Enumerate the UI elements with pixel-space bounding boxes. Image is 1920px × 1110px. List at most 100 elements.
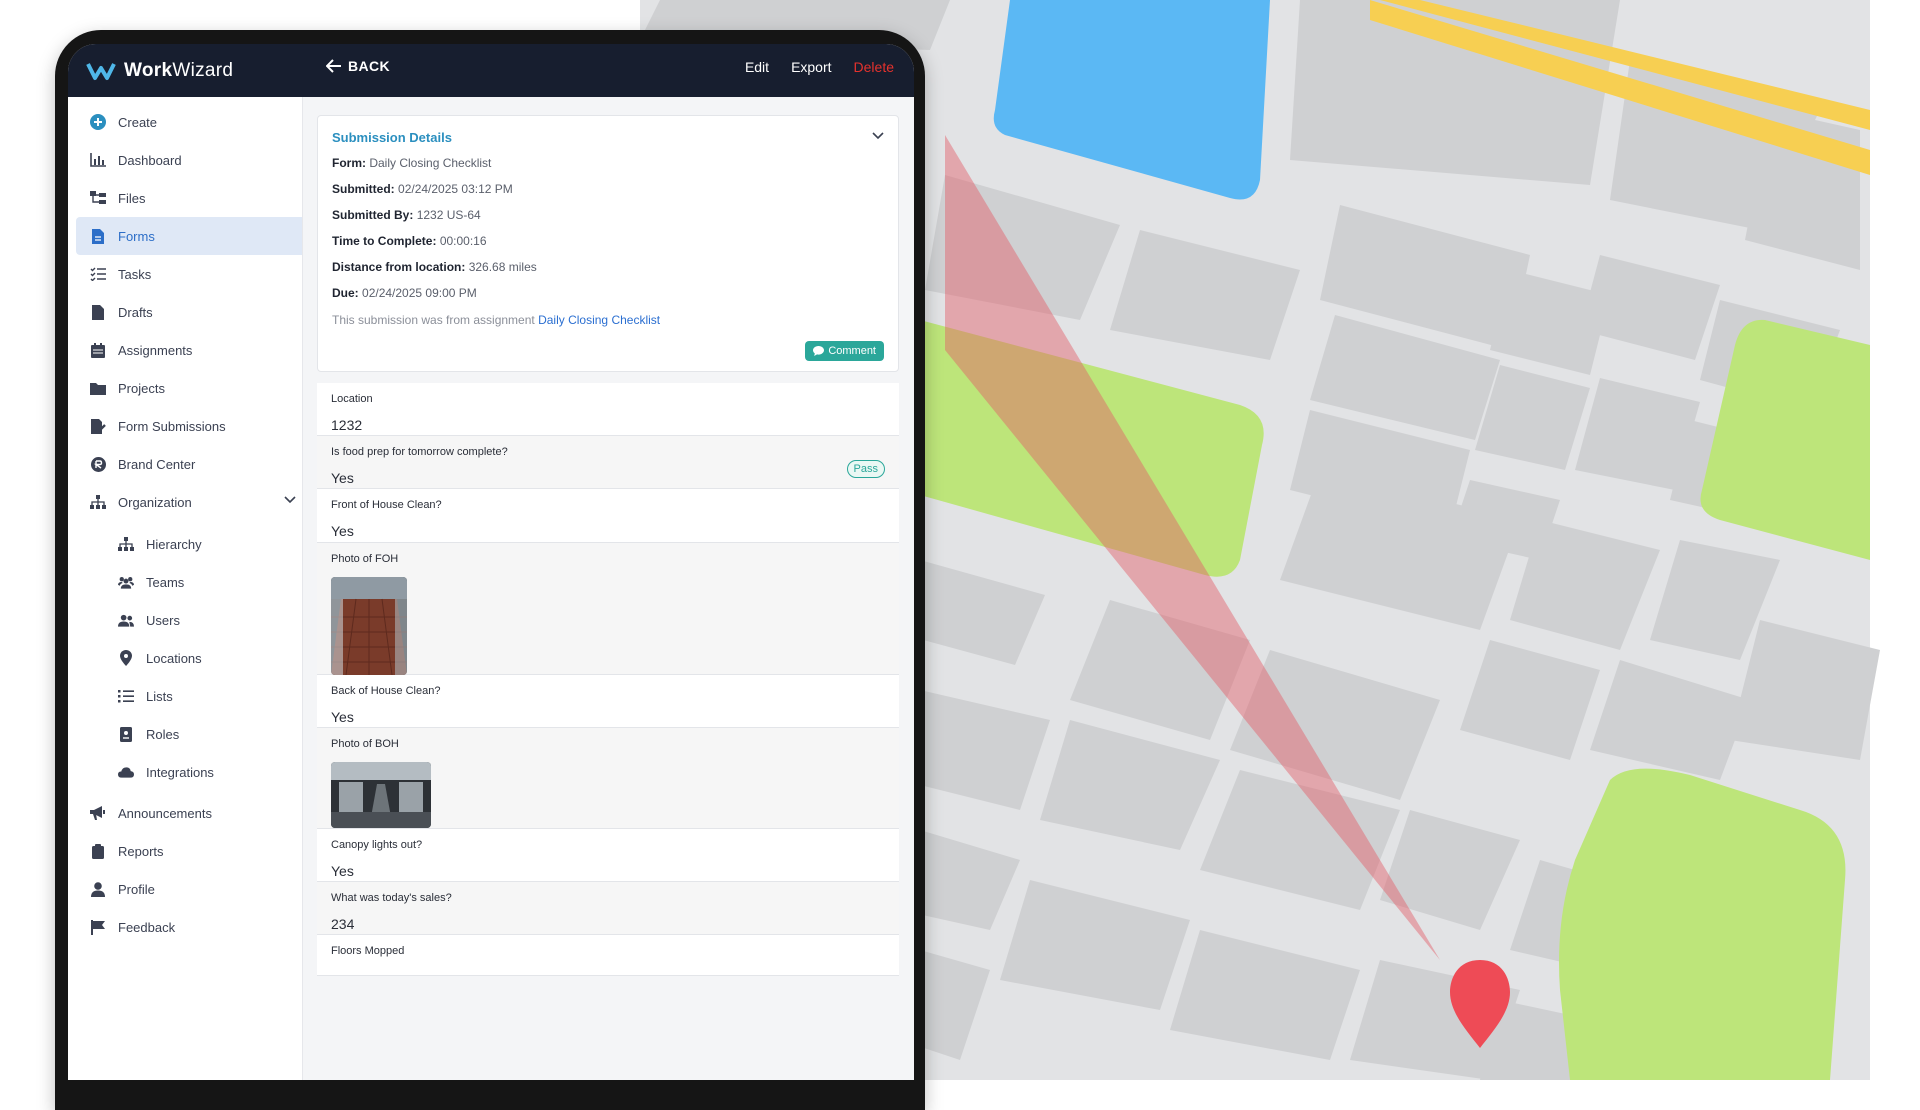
sidebar-item-reports[interactable]: Reports <box>76 832 302 870</box>
sidebar-item-label: Roles <box>146 726 180 742</box>
sidebar-item-projects[interactable]: Projects <box>76 369 302 407</box>
sidebar-item-forms[interactable]: Forms <box>76 217 302 255</box>
detail-value: 00:00:16 <box>439 234 487 248</box>
form-icon <box>90 228 106 244</box>
sidebar-subitem-teams[interactable]: Teams <box>76 563 302 601</box>
cloud-icon <box>118 764 134 780</box>
sidebar-subitem-hierarchy[interactable]: Hierarchy <box>76 525 302 563</box>
answer-row-foh-photo: Photo of FOH <box>317 543 899 675</box>
sidebar-item-profile[interactable]: Profile <box>76 870 302 908</box>
sidebar-item-label: Tasks <box>118 266 152 282</box>
flag-icon <box>90 919 106 935</box>
sidebar-item-organization[interactable]: Organization <box>76 483 302 521</box>
boh-photo[interactable] <box>331 762 431 828</box>
clipboard-icon <box>90 843 106 859</box>
hierarchy-icon <box>118 536 134 552</box>
edit-button[interactable]: Edit <box>745 59 769 75</box>
back-button[interactable]: BACK <box>326 58 390 74</box>
sidebar-item-label: Form Submissions <box>118 418 226 434</box>
sidebar-item-create[interactable]: Create <box>76 103 302 141</box>
comment-button[interactable]: Comment <box>805 341 884 361</box>
sidebar-item-label: Dashboard <box>118 152 182 168</box>
chevron-down-icon[interactable] <box>284 496 296 504</box>
plus-circle-icon <box>90 114 106 130</box>
question-label: Photo of BOH <box>331 738 399 750</box>
folder-icon <box>90 380 106 396</box>
sidebar-subitem-lists[interactable]: Lists <box>76 677 302 715</box>
detail-label: Submitted: <box>332 182 395 196</box>
sidebar-item-label: Brand Center <box>118 456 196 472</box>
answer-row-boh-clean: Back of House Clean? Yes <box>317 675 899 728</box>
sidebar-subitem-locations[interactable]: Locations <box>76 639 302 677</box>
assignment-link[interactable]: Daily Closing Checklist <box>538 313 660 327</box>
megaphone-icon <box>90 805 106 821</box>
sidebar-item-label: Feedback <box>118 919 176 935</box>
detail-submitted: Submitted: 02/24/2025 03:12 PM <box>332 182 513 196</box>
users-icon <box>118 612 134 628</box>
sidebar-item-label: Users <box>146 612 180 628</box>
detail-label: Due: <box>332 286 359 300</box>
back-label: BACK <box>348 58 391 74</box>
sidebar-item-announcements[interactable]: Announcements <box>76 794 302 832</box>
sidebar-item-form-submissions[interactable]: Form Submissions <box>76 407 302 445</box>
logo-icon <box>86 63 116 80</box>
answer-value: Yes <box>331 709 354 725</box>
sidebar-item-drafts[interactable]: Drafts <box>76 293 302 331</box>
comment-label: Comment <box>828 345 876 357</box>
comment-icon <box>813 346 825 356</box>
sidebar-item-assignments[interactable]: Assignments <box>76 331 302 369</box>
logo-text-bold: Work <box>124 60 173 81</box>
detail-value: 326.68 miles <box>468 260 537 274</box>
app-screen: WorkWizard BACK Edit Export Delete Creat… <box>68 44 914 1080</box>
sidebar-item-files[interactable]: Files <box>76 179 302 217</box>
foh-photo[interactable] <box>331 577 407 675</box>
sidebar-subitem-integrations[interactable]: Integrations <box>76 753 302 791</box>
sidebar-item-label: Forms <box>118 228 155 244</box>
sidebar-item-label: Projects <box>118 380 165 396</box>
logo-text-light: Wizard <box>172 60 234 81</box>
sidebar-item-dashboard[interactable]: Dashboard <box>76 141 302 179</box>
file-edit-icon <box>90 418 106 434</box>
draft-icon <box>90 304 106 320</box>
question-label: Photo of FOH <box>331 553 399 565</box>
org-chart-icon <box>90 494 106 510</box>
answer-row-boh-photo: Photo of BOH <box>317 728 899 829</box>
bar-chart-icon <box>90 152 106 168</box>
map-pin-icon <box>118 650 134 666</box>
folder-tree-icon <box>90 190 106 206</box>
detail-value: 02/24/2025 03:12 PM <box>398 182 513 196</box>
sidebar-item-label: Drafts <box>118 304 153 320</box>
question-label: Location <box>331 393 373 405</box>
sidebar-item-label: Create <box>118 114 158 130</box>
list-icon <box>118 688 134 704</box>
chevron-down-icon[interactable] <box>872 132 884 140</box>
sidebar-item-label: Announcements <box>118 805 212 821</box>
calendar-icon <box>90 342 106 358</box>
sidebar-item-feedback[interactable]: Feedback <box>76 908 302 946</box>
detail-time: Time to Complete: 00:00:16 <box>332 234 487 248</box>
sidebar-item-label: Reports <box>118 843 164 859</box>
question-label: Is food prep for tomorrow complete? <box>331 446 508 458</box>
sidebar-item-brand-center[interactable]: Brand Center <box>76 445 302 483</box>
answer-value: Yes <box>331 523 354 539</box>
sidebar-item-tasks[interactable]: Tasks <box>76 255 302 293</box>
question-label: Floors Mopped <box>331 945 405 957</box>
brand-icon <box>90 456 106 472</box>
sidebar-subitem-roles[interactable]: Roles <box>76 715 302 753</box>
question-label: What was today's sales? <box>331 892 452 904</box>
tasks-icon <box>90 266 106 282</box>
note-prefix: This submission was from assignment <box>332 313 535 327</box>
sidebar-item-label: Teams <box>146 574 185 590</box>
delete-button[interactable]: Delete <box>854 59 894 75</box>
detail-value: 1232 US-64 <box>416 208 481 222</box>
answer-row-location: Location 1232 <box>317 383 899 436</box>
app-logo[interactable]: WorkWizard <box>86 56 233 86</box>
sidebar-item-label: Lists <box>146 688 173 704</box>
sidebar-item-label: Assignments <box>118 342 193 358</box>
assignment-note: This submission was from assignment Dail… <box>332 313 660 327</box>
submission-details-title[interactable]: Submission Details <box>332 130 452 145</box>
answers-list: Location 1232 Is food prep for tomorrow … <box>317 383 899 976</box>
sidebar-subitem-users[interactable]: Users <box>76 601 302 639</box>
export-button[interactable]: Export <box>791 59 831 75</box>
detail-value: Daily Closing Checklist <box>369 156 492 170</box>
